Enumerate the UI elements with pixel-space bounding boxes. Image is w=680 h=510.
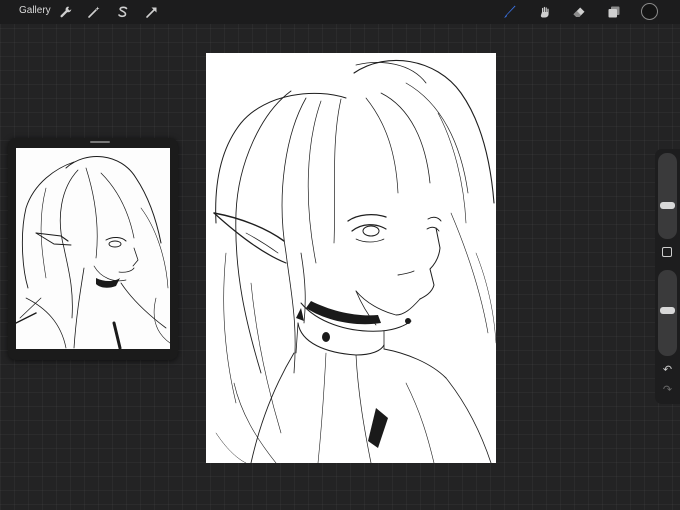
redo-icon[interactable]: ↷ xyxy=(661,384,674,397)
brush-size-slider[interactable] xyxy=(658,153,677,239)
color-picker-button[interactable] xyxy=(641,3,658,20)
top-toolbar: Gallery xyxy=(0,0,680,24)
opacity-slider-knob[interactable] xyxy=(660,307,675,314)
opacity-slider[interactable] xyxy=(658,270,677,356)
reference-window[interactable] xyxy=(8,138,178,360)
undo-icon[interactable]: ↶ xyxy=(661,364,674,377)
drawing-canvas[interactable] xyxy=(206,53,496,463)
layers-icon[interactable] xyxy=(605,3,623,21)
transform-icon[interactable] xyxy=(143,3,161,21)
smudge-icon[interactable] xyxy=(536,3,554,21)
gallery-button[interactable]: Gallery xyxy=(19,5,51,16)
brush-size-slider-knob[interactable] xyxy=(660,202,675,209)
side-toolbar: ↶ ↷ xyxy=(655,149,680,404)
eraser-icon[interactable] xyxy=(570,3,588,21)
wrench-icon[interactable] xyxy=(57,3,75,21)
selection-icon[interactable] xyxy=(114,3,132,21)
reference-image xyxy=(16,148,170,349)
magic-wand-icon[interactable] xyxy=(85,3,103,21)
modify-button[interactable] xyxy=(662,247,672,257)
brush-icon[interactable] xyxy=(501,3,519,21)
reference-drag-handle[interactable] xyxy=(90,141,110,143)
